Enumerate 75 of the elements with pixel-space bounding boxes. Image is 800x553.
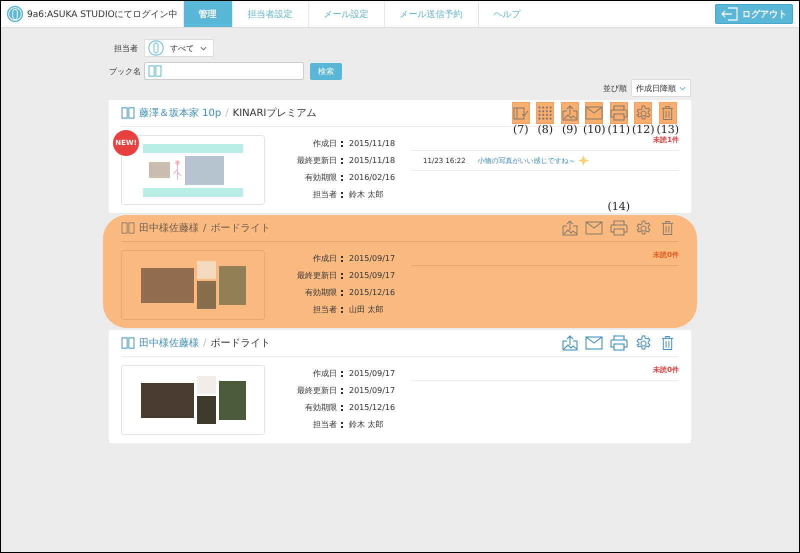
info-label: 有効期限 [304, 287, 337, 298]
info-value: 2016/02/16 [337, 172, 396, 183]
photo-placeholder [218, 266, 246, 304]
settings-button[interactable] [634, 102, 652, 124]
sparkle-icon [578, 155, 589, 166]
book-product: ボードライト [210, 222, 270, 235]
info-value: 2015/11/18 [337, 138, 396, 149]
book-title-link[interactable]: 田中様佐藤様 [139, 336, 199, 350]
info-value: 2015/09/17 [337, 270, 396, 281]
info-value: 2015/11/18 [337, 155, 396, 166]
caret-icon [679, 86, 686, 90]
photo-placeholder [196, 396, 216, 424]
login-status: 9a6:ASUKA STUDIOにてログイン中 [27, 8, 178, 20]
breadcrumb-separator: / [225, 108, 229, 118]
callout-number: (12) [632, 124, 655, 136]
info-value: 2015/09/17 [337, 368, 396, 379]
photo-placeholder [140, 268, 194, 302]
info-value: 2015/12/16 [337, 287, 396, 298]
info-label: 担当者 [312, 189, 337, 200]
breadcrumb-separator: / [203, 222, 206, 234]
callout-number: (14) [607, 201, 630, 213]
grid-button[interactable] [536, 102, 554, 124]
print-button[interactable] [610, 102, 628, 124]
callout-number: (10) [582, 124, 606, 136]
info-label: 有効期限 [304, 402, 337, 413]
info-value: 2015/09/17 [337, 385, 396, 396]
book-product: ボードライト [210, 337, 270, 350]
sort-dropdown[interactable]: 作成日降順 [631, 79, 691, 97]
book-title-link[interactable]: 田中様佐藤様 [139, 221, 199, 235]
breadcrumb-separator: / [203, 338, 206, 348]
book-icon [148, 65, 162, 77]
photo-placeholder [185, 156, 224, 184]
photo-placeholder [140, 382, 194, 418]
book-icon [121, 222, 135, 234]
info-label: 最終更新日 [296, 385, 337, 396]
info-value: 2015/09/17 [337, 253, 396, 264]
info-label: 作成日 [312, 368, 337, 379]
info-value: 2015/12/16 [337, 402, 396, 413]
mail-button[interactable] [585, 102, 604, 124]
photo-placeholder [149, 162, 170, 178]
book-name-label: ブック名 [109, 66, 138, 76]
info-label: 作成日 [312, 253, 337, 264]
info-label: 最終更新日 [296, 270, 337, 281]
assignee-dropdown[interactable]: すべて [144, 39, 214, 57]
info-label: 作成日 [312, 138, 337, 149]
book-title-link[interactable]: 藤澤＆坂本家 10p [139, 106, 222, 120]
callout-number: (13) [656, 124, 680, 136]
info-value: 鈴木 太郎 [337, 189, 384, 200]
logout-button[interactable]: ログアウト [715, 4, 793, 24]
book-check-button[interactable] [512, 102, 530, 124]
book-icon [121, 337, 135, 349]
photo-placeholder [196, 261, 216, 279]
image-upload-button[interactable] [560, 102, 579, 124]
logout-icon [721, 7, 740, 21]
info-value: 鈴木 太郎 [337, 419, 384, 430]
book-name-field[interactable] [144, 62, 304, 80]
callout-number: (11) [607, 124, 630, 136]
info-label: 担当者 [312, 419, 337, 430]
trash-button[interactable] [658, 102, 677, 124]
callout-number: (7) [512, 124, 529, 136]
nav-tab[interactable]: 管理 [182, 1, 232, 27]
sort-label: 並び順 [603, 82, 627, 94]
info-label: 担当者 [312, 304, 337, 315]
photo-placeholder [218, 380, 246, 420]
photo-placeholder [196, 281, 216, 309]
info-label: 最終更新日 [296, 155, 337, 166]
callout-number: (9) [562, 124, 578, 136]
info-value: 山田 太郎 [337, 304, 384, 315]
book-product: KINARIプレミアム [232, 106, 316, 120]
caret-icon [200, 46, 207, 50]
info-label: 有効期限 [304, 172, 337, 183]
callout-number: (8) [537, 124, 554, 136]
book-icon [121, 107, 135, 119]
search-button[interactable]: 検索 [310, 62, 342, 80]
assignee-label: 担当者 [113, 42, 138, 54]
